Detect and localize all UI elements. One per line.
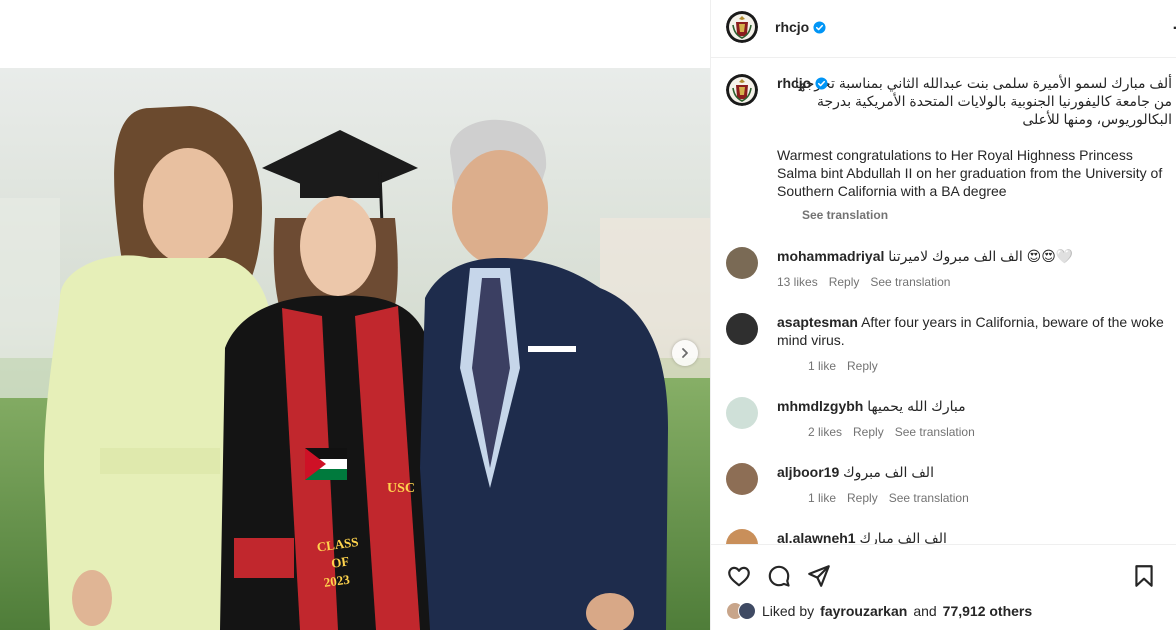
post-details-panel: rhcjo · — [710, 0, 1176, 630]
comment-see-translation[interactable]: See translation — [895, 423, 975, 441]
comment-meta: 1 like Reply — [808, 357, 1172, 375]
commenter-avatar[interactable] — [726, 313, 758, 345]
comment-likes[interactable]: 2 likes — [808, 423, 842, 441]
next-photo-button[interactable] — [672, 340, 698, 366]
comment-username[interactable]: asaptesman — [777, 314, 858, 330]
liker-avatars — [726, 602, 756, 620]
commenter-avatar[interactable] — [726, 529, 758, 544]
comment-likes[interactable]: 1 like — [808, 357, 836, 375]
comment-username[interactable]: mhmdlzgybh — [777, 398, 863, 414]
liker-avatar[interactable] — [738, 602, 756, 620]
verified-badge-icon — [813, 20, 826, 34]
chevron-right-icon — [682, 348, 688, 358]
comment-text: الف الف مبروك لاميرتنا 😍😍🤍 — [888, 248, 1074, 264]
likes-and: and — [913, 603, 937, 619]
liker-username[interactable]: fayrouzarkan — [820, 603, 907, 619]
post-photo[interactable]: USC CLASS OF 2023 — [0, 68, 710, 630]
caption-username[interactable]: rhcjo — [777, 74, 811, 92]
comment-username[interactable]: aljboor19 — [777, 464, 839, 480]
comment-icon[interactable] — [766, 563, 792, 589]
comment-meta: 13 likes Reply See translation — [777, 273, 1172, 291]
commenter-avatar[interactable] — [726, 397, 758, 429]
post-header: rhcjo · — [711, 0, 1176, 58]
caption-author-avatar[interactable] — [726, 74, 758, 106]
post-actions-bar — [711, 555, 1176, 595]
caption-body: rhcjo ألف مبارك لسمو الأميرة سلمى بنت عب… — [777, 74, 1172, 224]
caption-see-translation[interactable]: See translation — [802, 206, 1172, 224]
author-avatar[interactable] — [726, 11, 758, 43]
post-media-area: USC CLASS OF 2023 — [0, 0, 710, 630]
comment-reply-button[interactable]: Reply — [853, 423, 884, 441]
likes-summary: Liked by fayrouzarkan and 77,912 others — [726, 602, 1032, 620]
bookmark-icon[interactable] — [1131, 563, 1157, 589]
likes-others-count[interactable]: 77,912 others — [943, 603, 1033, 619]
royal-crest-icon — [726, 11, 758, 43]
comment-reply-button[interactable]: Reply — [847, 489, 878, 507]
comment-meta: 1 like Reply See translation — [808, 489, 1172, 507]
comment-username[interactable]: al.alawneh1 — [777, 530, 856, 544]
usc-stole-label: USC — [387, 481, 415, 496]
caption-arabic: ألف مبارك لسمو الأميرة سلمى بنت عبدالله … — [794, 75, 1172, 127]
comment-text: الف الف مبارك — [859, 530, 947, 545]
comment-see-translation[interactable]: See translation — [889, 489, 969, 507]
commenter-avatar[interactable] — [726, 463, 758, 495]
comment-see-translation[interactable]: See translation — [870, 273, 950, 291]
caption-english: Warmest congratulations to Her Royal Hig… — [777, 147, 1163, 199]
comment-likes[interactable]: 13 likes — [777, 273, 818, 291]
verified-badge-icon — [815, 76, 828, 90]
comment-text: الف الف مبروك — [843, 464, 934, 480]
photo-illustration: USC CLASS OF 2023 — [0, 68, 710, 630]
comment-reply-button[interactable]: Reply — [847, 357, 878, 375]
jordan-flag-patch — [305, 448, 347, 480]
share-icon[interactable] — [806, 563, 832, 589]
comment-text: مبارك الله يحميها — [867, 398, 966, 414]
comment-likes[interactable]: 1 like — [808, 489, 836, 507]
commenter-avatar[interactable] — [726, 247, 758, 279]
likes-prefix: Liked by — [762, 603, 815, 619]
comment-reply-button[interactable]: Reply — [829, 273, 860, 291]
author-username[interactable]: rhcjo — [775, 19, 809, 35]
royal-crest-icon — [726, 74, 758, 106]
comment-meta: 2 likes Reply See translation — [808, 423, 1172, 441]
comments-list: rhcjo ألف مبارك لسمو الأميرة سلمى بنت عب… — [711, 59, 1176, 545]
stole-text-of: OF — [330, 553, 350, 570]
heart-icon[interactable] — [726, 563, 752, 589]
comment-username[interactable]: mohammadriyal — [777, 248, 884, 264]
